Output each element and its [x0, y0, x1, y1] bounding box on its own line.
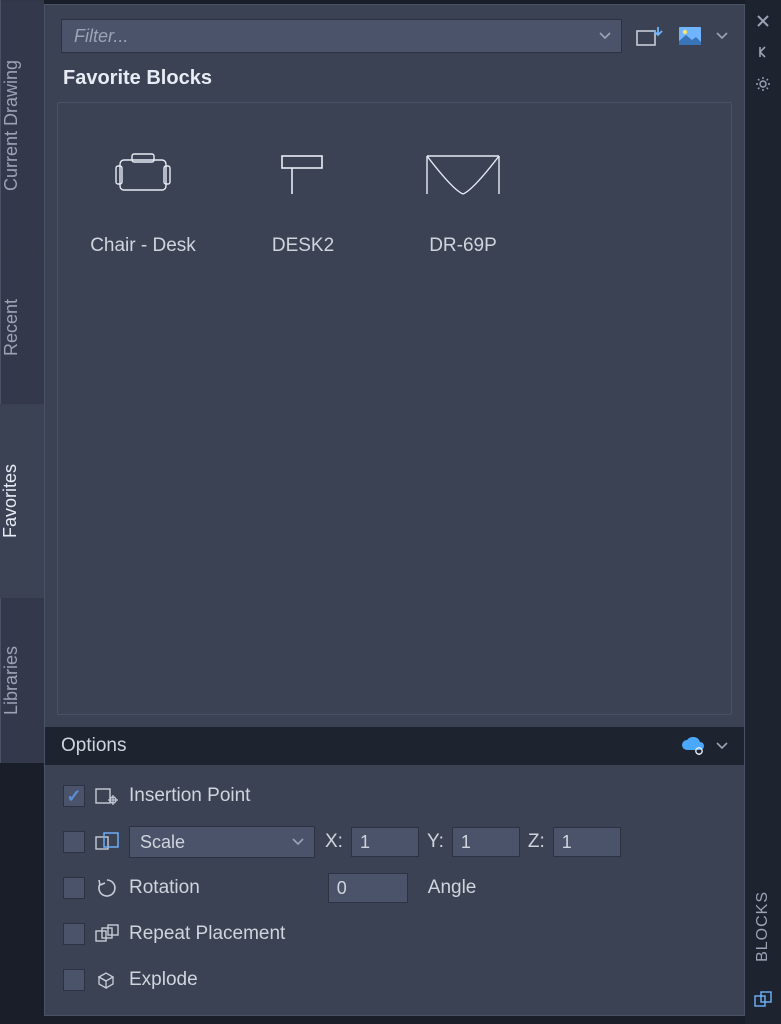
gear-icon[interactable]	[755, 76, 771, 92]
insert-icon[interactable]	[636, 25, 664, 47]
panel-title-vertical: BLOCKS	[754, 881, 772, 972]
checkbox-insertion-point[interactable]	[63, 785, 85, 807]
block-item-dr-69p[interactable]: DR-69P	[388, 127, 538, 257]
z-label: Z:	[528, 831, 545, 853]
option-label: Repeat Placement	[129, 923, 285, 945]
tab-libraries[interactable]: Libraries	[0, 598, 44, 763]
checkbox-repeat[interactable]	[63, 923, 85, 945]
checkbox-rotation[interactable]	[63, 877, 85, 899]
blocks-icon[interactable]	[753, 990, 773, 1010]
option-label: Insertion Point	[129, 785, 250, 807]
insertion-point-icon	[95, 784, 119, 808]
rotation-icon	[95, 876, 119, 900]
block-label: DESK2	[272, 235, 334, 257]
y-label: Y:	[427, 831, 444, 853]
option-explode: Explode	[63, 963, 726, 997]
chevron-down-icon[interactable]	[599, 32, 611, 40]
y-input[interactable]	[452, 827, 520, 857]
checkbox-scale[interactable]	[63, 831, 85, 853]
toolbar	[45, 5, 744, 63]
checkbox-explode[interactable]	[63, 969, 85, 991]
cloud-settings-icon[interactable]	[680, 736, 706, 756]
collapse-icon[interactable]	[756, 46, 770, 58]
option-label: Explode	[129, 969, 198, 991]
options-header[interactable]: Options	[45, 727, 744, 765]
chevron-down-icon[interactable]	[716, 742, 728, 750]
blocks-gallery: Chair - Desk DESK2 DR-69P	[57, 102, 732, 715]
close-icon[interactable]	[756, 14, 770, 28]
option-scale: Scale X: Y: Z:	[63, 825, 726, 859]
filter-box[interactable]	[61, 19, 622, 53]
option-label: Rotation	[129, 877, 200, 899]
section-heading: Favorite Blocks	[45, 63, 744, 102]
block-thumb	[258, 145, 348, 205]
scale-select-value: Scale	[140, 832, 284, 853]
chevron-down-icon	[292, 838, 304, 846]
scale-select[interactable]: Scale	[129, 826, 315, 858]
option-repeat: Repeat Placement	[63, 917, 726, 951]
block-thumb	[98, 145, 188, 205]
x-input[interactable]	[351, 827, 419, 857]
blocks-panel: Favorite Blocks Chair - Desk DESK2	[44, 4, 745, 1016]
tab-recent[interactable]: Recent	[0, 251, 44, 404]
thumbnail-icon[interactable]	[678, 26, 702, 46]
block-item-chair-desk[interactable]: Chair - Desk	[68, 127, 218, 257]
scale-icon	[95, 830, 119, 854]
explode-icon	[95, 968, 119, 992]
right-rail: BLOCKS	[745, 0, 781, 1024]
block-thumb	[418, 145, 508, 205]
thumbnail-chevron-down-icon[interactable]	[716, 32, 728, 40]
options-body: Insertion Point Scale X: Y: Z:	[45, 765, 744, 1015]
filter-input[interactable]	[72, 25, 599, 48]
block-item-desk2[interactable]: DESK2	[228, 127, 378, 257]
block-label: Chair - Desk	[90, 235, 196, 257]
repeat-icon	[95, 922, 119, 946]
rotation-input[interactable]	[328, 873, 408, 903]
tab-favorites[interactable]: Favorites	[0, 404, 44, 598]
option-rotation: Rotation Angle	[63, 871, 726, 905]
options-title: Options	[61, 735, 670, 757]
block-label: DR-69P	[429, 235, 497, 257]
option-insertion-point: Insertion Point	[63, 779, 726, 813]
angle-label: Angle	[428, 877, 477, 899]
tab-current-drawing[interactable]: Current Drawing	[0, 0, 44, 251]
x-label: X:	[325, 831, 343, 853]
left-tab-rail: Current Drawing Recent Favorites Librari…	[0, 0, 44, 1024]
z-input[interactable]	[553, 827, 621, 857]
